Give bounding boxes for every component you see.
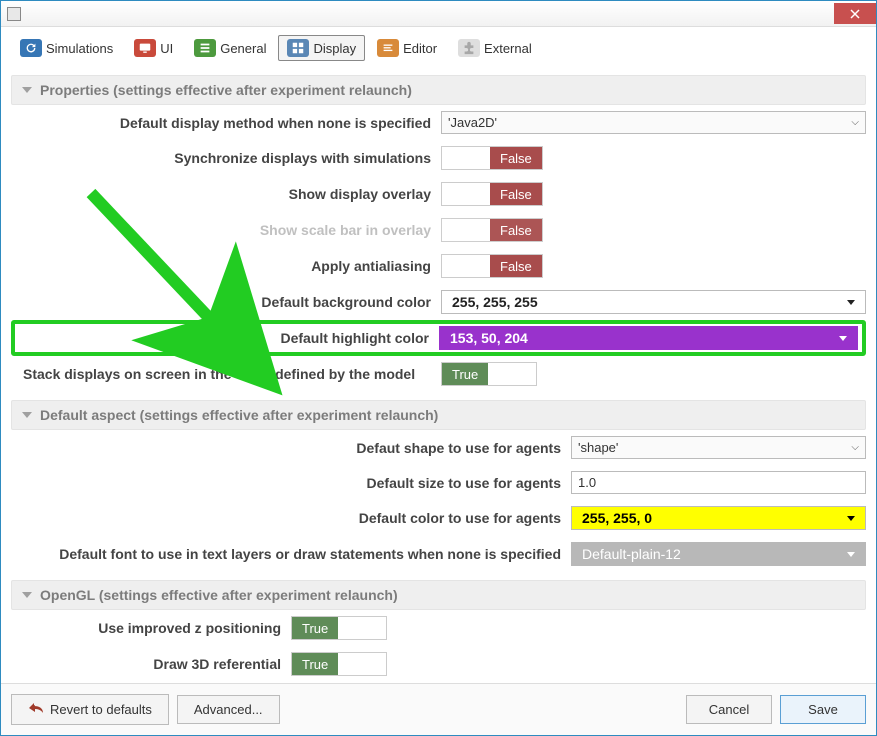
label-sync-displays: Synchronize displays with simulations bbox=[11, 150, 441, 166]
tab-label: Display bbox=[313, 41, 356, 56]
section-opengl-header[interactable]: OpenGL (settings effective after experim… bbox=[11, 580, 866, 610]
chevron-down-icon bbox=[839, 336, 847, 341]
list-icon bbox=[194, 39, 216, 57]
button-label: Advanced... bbox=[194, 702, 263, 717]
toggle-stack-displays[interactable]: True bbox=[441, 362, 537, 386]
label-default-font: Default font to use in text layers or dr… bbox=[11, 546, 571, 562]
select-value: 'shape' bbox=[578, 440, 618, 455]
preferences-window: Simulations UI General Display Editor Ex… bbox=[0, 0, 877, 736]
advanced-button[interactable]: Advanced... bbox=[177, 695, 280, 724]
chevron-down-icon bbox=[22, 592, 32, 598]
chevron-down-icon bbox=[847, 300, 855, 305]
chevron-down-icon bbox=[847, 552, 855, 557]
tab-simulations[interactable]: Simulations bbox=[11, 35, 122, 61]
tab-display[interactable]: Display bbox=[278, 35, 365, 61]
window-close-button[interactable] bbox=[834, 3, 876, 24]
refresh-icon bbox=[20, 39, 42, 57]
chevron-down-icon bbox=[22, 412, 32, 418]
chevron-down-icon: ⌵ bbox=[851, 442, 859, 453]
section-properties-header[interactable]: Properties (settings effective after exp… bbox=[11, 75, 866, 105]
tab-label: External bbox=[484, 41, 532, 56]
toggle-value: False bbox=[490, 219, 542, 241]
font-value: Default-plain-12 bbox=[582, 546, 681, 562]
color-value: 255, 255, 0 bbox=[582, 510, 652, 526]
chevron-down-icon bbox=[22, 87, 32, 93]
undo-icon bbox=[28, 701, 44, 718]
color-value: 153, 50, 204 bbox=[450, 330, 528, 346]
lines-icon bbox=[377, 39, 399, 57]
label-show-overlay: Show display overlay bbox=[11, 186, 441, 202]
toggle-value: False bbox=[490, 255, 542, 277]
chevron-down-icon bbox=[847, 516, 855, 521]
label-default-size: Default size to use for agents bbox=[11, 475, 571, 491]
color-picker-agent[interactable]: 255, 255, 0 bbox=[571, 506, 866, 530]
color-value: 255, 255, 255 bbox=[452, 294, 538, 310]
label-z-positioning: Use improved z positioning bbox=[11, 620, 291, 636]
section-title: OpenGL (settings effective after experim… bbox=[40, 587, 398, 603]
button-label: Revert to defaults bbox=[50, 702, 152, 717]
monitor-icon bbox=[134, 39, 156, 57]
tab-label: UI bbox=[160, 41, 173, 56]
select-value: 'Java2D' bbox=[448, 115, 497, 130]
footer-bar: Revert to defaults Advanced... Cancel Sa… bbox=[1, 683, 876, 735]
label-3d-referential: Draw 3D referential bbox=[11, 656, 291, 672]
revert-button[interactable]: Revert to defaults bbox=[11, 694, 169, 725]
chevron-down-icon: ⌵ bbox=[851, 117, 859, 128]
toggle-value: True bbox=[442, 363, 488, 385]
toggle-scale-bar[interactable]: False bbox=[441, 218, 543, 242]
button-label: Save bbox=[808, 702, 838, 717]
tab-label: General bbox=[220, 41, 266, 56]
font-picker[interactable]: Default-plain-12 bbox=[571, 542, 866, 566]
grid-icon bbox=[287, 39, 309, 57]
tab-ui[interactable]: UI bbox=[125, 35, 182, 61]
label-default-display-method: Default display method when none is spec… bbox=[11, 115, 441, 131]
tab-editor[interactable]: Editor bbox=[368, 35, 446, 61]
toggle-value: False bbox=[490, 183, 542, 205]
section-aspect-header[interactable]: Default aspect (settings effective after… bbox=[11, 400, 866, 430]
toggle-antialias[interactable]: False bbox=[441, 254, 543, 278]
toggle-value: True bbox=[292, 617, 338, 639]
label-highlight-color: Default highlight color bbox=[19, 330, 439, 346]
toggle-value: False bbox=[490, 147, 542, 169]
toggle-value: True bbox=[292, 653, 338, 675]
label-stack-displays: Stack displays on screen in the order de… bbox=[11, 366, 441, 382]
toggle-sync-displays[interactable]: False bbox=[441, 146, 543, 170]
label-bg-color: Default background color bbox=[11, 294, 441, 310]
tab-label: Editor bbox=[403, 41, 437, 56]
toggle-show-overlay[interactable]: False bbox=[441, 182, 543, 206]
cancel-button[interactable]: Cancel bbox=[686, 695, 772, 724]
color-picker-highlight[interactable]: 153, 50, 204 bbox=[439, 326, 858, 350]
tab-external[interactable]: External bbox=[449, 35, 541, 61]
window-icon bbox=[7, 7, 21, 21]
settings-scroll-pane[interactable]: Properties (settings effective after exp… bbox=[1, 61, 876, 683]
save-button[interactable]: Save bbox=[780, 695, 866, 724]
tab-general[interactable]: General bbox=[185, 35, 275, 61]
tab-bar: Simulations UI General Display Editor Ex… bbox=[1, 27, 876, 61]
label-antialias: Apply antialiasing bbox=[11, 258, 441, 274]
button-label: Cancel bbox=[709, 702, 749, 717]
section-title: Properties (settings effective after exp… bbox=[40, 82, 412, 98]
select-default-shape[interactable]: 'shape' ⌵ bbox=[571, 436, 866, 459]
toggle-z-positioning[interactable]: True bbox=[291, 616, 387, 640]
label-default-agent-color: Default color to use for agents bbox=[11, 510, 571, 526]
tab-label: Simulations bbox=[46, 41, 113, 56]
toggle-3d-referential[interactable]: True bbox=[291, 652, 387, 676]
puzzle-icon bbox=[458, 39, 480, 57]
color-picker-bg[interactable]: 255, 255, 255 bbox=[441, 290, 866, 314]
label-default-shape: Defaut shape to use for agents bbox=[11, 440, 571, 456]
titlebar bbox=[1, 1, 876, 27]
label-scale-bar: Show scale bar in overlay bbox=[11, 222, 441, 238]
section-title: Default aspect (settings effective after… bbox=[40, 407, 438, 423]
input-default-size[interactable]: 1.0 bbox=[571, 471, 866, 494]
select-default-display-method[interactable]: 'Java2D' ⌵ bbox=[441, 111, 866, 134]
